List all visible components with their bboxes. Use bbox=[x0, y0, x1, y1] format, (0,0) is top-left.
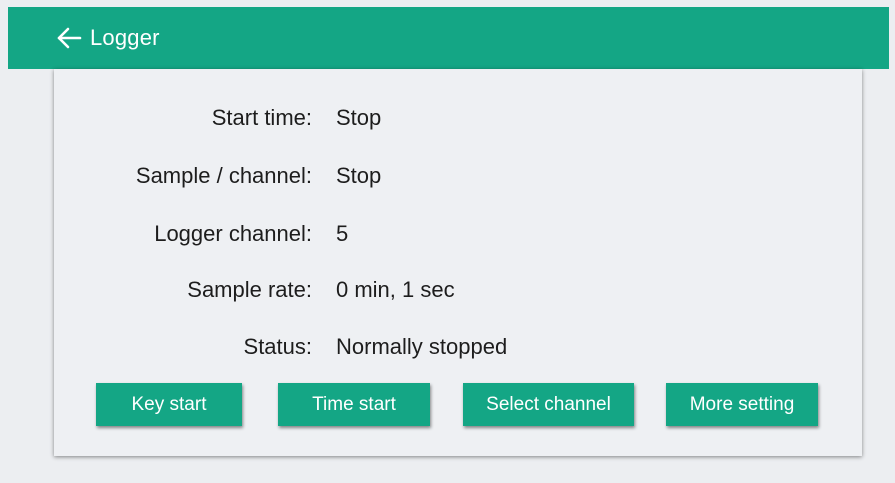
page-title: Logger bbox=[90, 25, 160, 50]
logger-channel-value: 5 bbox=[336, 221, 349, 246]
sample-rate-row: Sample rate: 0 min, 1 sec bbox=[54, 275, 455, 305]
status-value: Normally stopped bbox=[336, 334, 508, 359]
action-bar: Key start Time start Select channel More… bbox=[54, 383, 862, 426]
sample-per-channel-row: Sample / channel: Stop bbox=[54, 161, 381, 191]
sample-rate-value: 0 min, 1 sec bbox=[336, 277, 455, 302]
time-start-button[interactable]: Time start bbox=[278, 383, 430, 426]
start-time-row: Start time: Stop bbox=[54, 103, 382, 133]
logger-channel-label: Logger channel: bbox=[154, 221, 312, 246]
key-start-button[interactable]: Key start bbox=[96, 383, 242, 426]
select-channel-button[interactable]: Select channel bbox=[463, 383, 634, 426]
start-time-label: Start time: bbox=[211, 105, 312, 130]
more-setting-button[interactable]: More setting bbox=[666, 383, 818, 426]
status-row: Status: Normally stopped bbox=[54, 332, 508, 362]
logger-channel-row: Logger channel: 5 bbox=[54, 219, 348, 249]
arrow-left-icon[interactable] bbox=[56, 25, 82, 51]
sample-rate-label: Sample rate: bbox=[187, 277, 312, 302]
app-header: Logger bbox=[8, 7, 889, 69]
status-label: Status: bbox=[243, 334, 312, 359]
sample-per-channel-value: Stop bbox=[336, 163, 382, 188]
logger-panel: Start time: Stop Sample / channel: Stop … bbox=[54, 69, 862, 456]
start-time-value: Stop bbox=[336, 105, 382, 130]
sample-per-channel-label: Sample / channel: bbox=[135, 163, 312, 188]
